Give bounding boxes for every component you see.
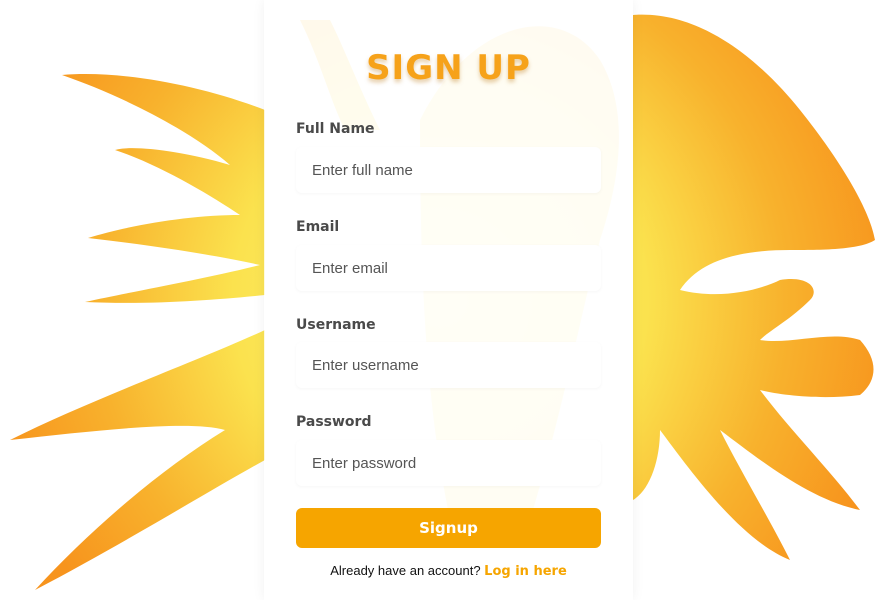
password-label: Password (296, 414, 372, 430)
email-label: Email (296, 219, 340, 235)
full-name-input[interactable] (296, 147, 601, 193)
email-input[interactable] (296, 245, 601, 291)
login-link[interactable]: Log in here (484, 564, 567, 579)
signup-card: SIGN UP Full Name Email Username Passwor… (264, 0, 633, 600)
username-input[interactable] (296, 342, 601, 388)
signup-button[interactable]: Signup (296, 508, 601, 548)
full-name-label: Full Name (296, 121, 375, 137)
login-prompt-text: Already have an account? (330, 563, 481, 578)
password-input[interactable] (296, 440, 601, 486)
page-title: SIGN UP (366, 48, 531, 88)
username-label: Username (296, 317, 376, 333)
login-prompt-line: Already have an account? Log in here (264, 563, 633, 579)
